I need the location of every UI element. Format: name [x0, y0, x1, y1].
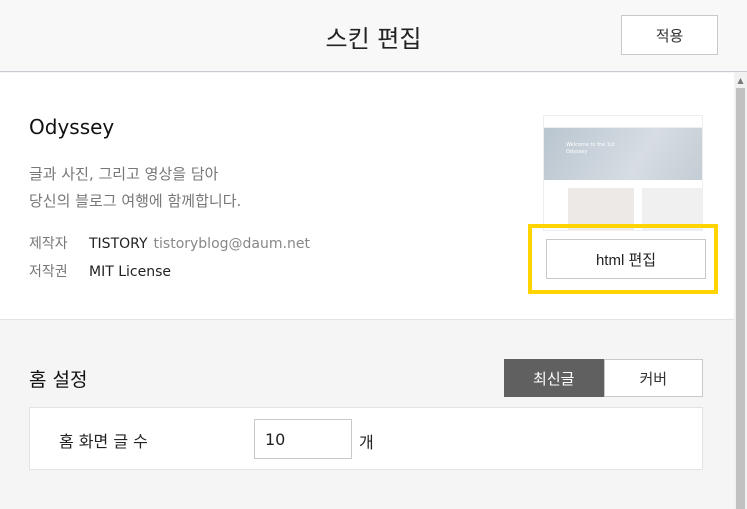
post-count-panel: 홈 화면 글 수 개 [29, 407, 703, 470]
home-settings-title: 홈 설정 [29, 369, 88, 391]
post-count-input[interactable] [254, 419, 352, 459]
apply-button[interactable]: 적용 [621, 15, 718, 55]
scroll-up-arrow-icon[interactable]: ▲ [734, 74, 747, 86]
skin-description-line: 당신의 블로그 여행에 함께합니다. [29, 192, 242, 210]
preview-nav [544, 116, 702, 128]
author-email: tistoryblog@daum.net [153, 236, 310, 252]
html-edit-highlight: html 편집 [528, 224, 718, 294]
license-row: 저작권 MIT License [29, 261, 171, 281]
license-label: 저작권 [29, 264, 68, 280]
skin-preview-thumbnail: Welcome to the 1st Odyssey [543, 115, 703, 231]
skin-description: 글과 사진, 그리고 영상을 담아 당신의 블로그 여행에 함께합니다. [29, 161, 241, 215]
preview-hero-text-line: Welcome to the 1st [566, 142, 615, 148]
post-count-unit: 개 [359, 433, 374, 452]
skin-name: Odyssey [29, 115, 115, 139]
preview-hero: Welcome to the 1st Odyssey [544, 128, 702, 180]
html-edit-button[interactable]: html 편집 [546, 239, 706, 279]
author-name: TISTORY [89, 236, 148, 252]
preview-hero-text-line: Odyssey [566, 149, 588, 155]
author-row: 제작자 TISTORY tistoryblog@daum.net [29, 233, 310, 253]
toggle-recent-posts[interactable]: 최신글 [504, 359, 604, 397]
preview-hero-text: Welcome to the 1st Odyssey [566, 142, 615, 156]
author-label: 제작자 [29, 236, 68, 252]
home-mode-toggle: 최신글 커버 [504, 359, 703, 397]
skin-info-panel: Odyssey 글과 사진, 그리고 영상을 담아 당신의 블로그 여행에 함께… [0, 73, 734, 320]
scrollbar[interactable]: ▲ [734, 72, 747, 509]
top-bar: 스킨 편집 적용 [0, 0, 747, 72]
scroll-thumb[interactable] [736, 88, 745, 509]
skin-description-line: 글과 사진, 그리고 영상을 담아 [29, 165, 219, 183]
license-value: MIT License [89, 264, 171, 280]
toggle-cover[interactable]: 커버 [603, 359, 703, 397]
post-count-label: 홈 화면 글 수 [59, 432, 148, 451]
